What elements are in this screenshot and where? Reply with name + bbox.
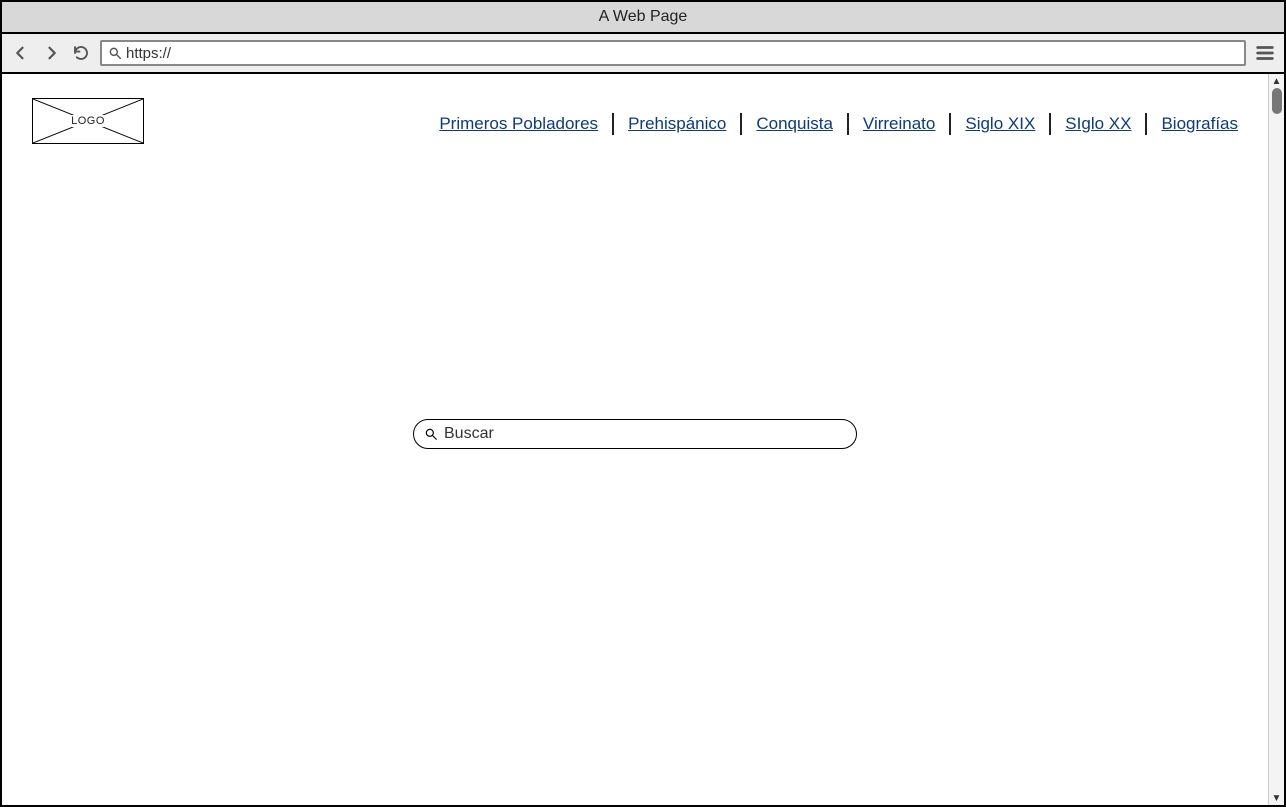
nav-divider [612,113,614,135]
reload-button[interactable] [70,42,92,64]
nav-divider [1145,113,1147,135]
nav-link-biografias[interactable]: Biografías [1161,114,1238,134]
viewport: LOGO Primeros Pobladores Prehispánico Co… [2,74,1284,805]
reload-icon [72,44,90,62]
nav-link-primeros-pobladores[interactable]: Primeros Pobladores [439,114,598,134]
browser-window: A Web Page LOG [0,0,1286,807]
search-container [413,419,857,449]
window-title-bar: A Web Page [2,2,1284,34]
nav-link-siglo-xx[interactable]: SIglo XX [1065,114,1131,134]
search-box[interactable] [413,419,857,449]
nav-link-siglo-xix[interactable]: Siglo XIX [965,114,1035,134]
scroll-down-button[interactable]: ▼ [1269,791,1285,805]
browser-toolbar [2,34,1284,74]
forward-button[interactable] [40,42,62,64]
search-input[interactable] [444,425,846,443]
address-bar[interactable] [100,40,1246,66]
back-button[interactable] [10,42,32,64]
hamburger-icon [1254,42,1276,64]
nav-link-prehispanico[interactable]: Prehispánico [628,114,726,134]
search-icon [424,427,438,441]
nav-link-conquista[interactable]: Conquista [756,114,833,134]
nav-divider [847,113,849,135]
page-header: LOGO Primeros Pobladores Prehispánico Co… [2,74,1268,144]
scroll-track[interactable] [1269,88,1284,791]
nav-divider [740,113,742,135]
nav-link-virreinato[interactable]: Virreinato [863,114,935,134]
arrow-left-icon [12,44,30,62]
vertical-scrollbar[interactable]: ▲ ▼ [1268,74,1284,805]
scroll-thumb[interactable] [1272,88,1282,114]
window-title: A Web Page [599,8,688,26]
menu-button[interactable] [1254,42,1276,64]
search-icon [108,46,122,60]
nav-divider [1049,113,1051,135]
address-input[interactable] [126,45,1238,62]
logo[interactable]: LOGO [32,98,144,144]
arrow-right-icon [42,44,60,62]
main-nav: Primeros Pobladores Prehispánico Conquis… [439,107,1238,135]
nav-divider [949,113,951,135]
page-content: LOGO Primeros Pobladores Prehispánico Co… [2,74,1268,805]
scroll-up-button[interactable]: ▲ [1269,74,1285,88]
logo-label: LOGO [67,115,109,127]
